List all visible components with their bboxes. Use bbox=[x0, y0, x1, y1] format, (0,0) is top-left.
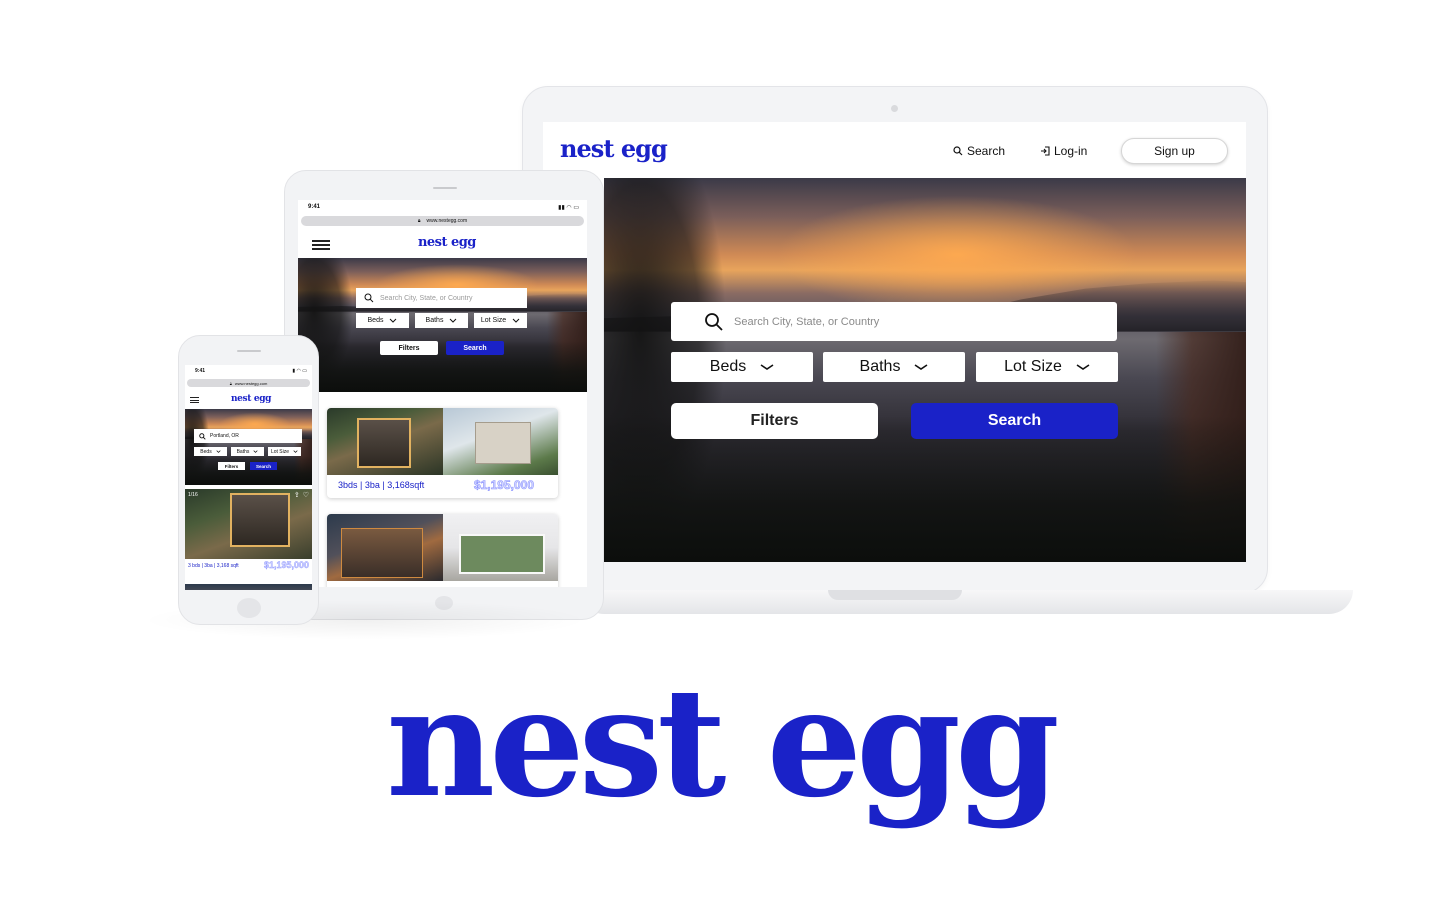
tablet-filters-button[interactable]: Filters bbox=[380, 341, 438, 355]
phone-home-button bbox=[237, 598, 261, 618]
listing-actions: ⇪ ♡ bbox=[294, 491, 309, 499]
search-icon bbox=[199, 432, 206, 440]
phone-search-value: Portland, OR bbox=[210, 433, 239, 439]
phone-baths-label: Baths bbox=[236, 448, 250, 455]
tablet-lot-size-dropdown[interactable]: Lot Size bbox=[474, 313, 527, 328]
search-icon bbox=[364, 293, 374, 303]
tablet-logo[interactable]: nest egg bbox=[418, 235, 476, 250]
laptop-notch bbox=[828, 590, 962, 600]
listing-photo bbox=[443, 408, 558, 475]
phone-lot-size-label: Lot Size bbox=[270, 448, 290, 455]
phone-filters-button[interactable]: Filters bbox=[218, 462, 245, 470]
tablet-status-icons: ▮▮ ◠ ▭ bbox=[558, 205, 579, 211]
tablet-url-bar[interactable]: 🔒︎ www.nestegg.com bbox=[301, 216, 584, 226]
tablet-baths-dropdown[interactable]: Baths bbox=[415, 313, 468, 328]
chevron-down-icon bbox=[512, 318, 520, 323]
camera-icon bbox=[891, 105, 898, 112]
chevron-down-icon bbox=[216, 450, 221, 453]
chevron-down-icon bbox=[450, 318, 457, 323]
chevron-down-icon bbox=[253, 450, 258, 453]
search-icon bbox=[705, 312, 723, 331]
chevron-down-icon bbox=[760, 364, 774, 370]
heart-icon[interactable]: ♡ bbox=[303, 491, 309, 499]
tablet-speaker bbox=[433, 187, 457, 189]
lock-icon: 🔒︎ bbox=[417, 218, 421, 224]
chevron-down-icon bbox=[293, 450, 298, 453]
lock-icon: 🔒︎ bbox=[229, 380, 232, 386]
footer-logo: nest egg bbox=[386, 655, 1060, 831]
search-icon bbox=[953, 146, 963, 156]
phone-speaker bbox=[237, 350, 261, 352]
listing-card[interactable] bbox=[185, 584, 312, 590]
phone-status-icons: ▮ ◠ ▭ bbox=[292, 368, 307, 374]
phone-listing-details: 3 bds | 3ba | 3,168 sqft bbox=[188, 563, 239, 569]
listing-card[interactable]: 1/16 ⇪ ♡ bbox=[185, 489, 312, 569]
login-icon bbox=[1041, 146, 1050, 156]
chevron-down-icon bbox=[915, 364, 928, 370]
phone-url-bar[interactable]: 🔒︎ www.nestegg.com bbox=[187, 379, 310, 387]
chevron-down-icon bbox=[1076, 364, 1090, 370]
baths-label: Baths bbox=[859, 358, 901, 375]
nav-search-label: Search bbox=[967, 144, 1006, 158]
tablet-url: www.nestegg.com bbox=[426, 218, 468, 224]
search-placeholder: Search City, State, or Country bbox=[734, 315, 880, 328]
listing-photo bbox=[327, 514, 443, 581]
tablet-beds-dropdown[interactable]: Beds bbox=[356, 313, 409, 328]
listing-details: 3bds | 3ba | 3,168sqft bbox=[338, 480, 425, 490]
listing-card[interactable]: 3bds | 3ba | 3,168sqft $1,195,000 bbox=[327, 408, 558, 498]
tablet-status-time: 9:41 bbox=[308, 204, 321, 210]
hamburger-menu-icon[interactable] bbox=[190, 397, 199, 403]
tablet-search-placeholder: Search City, State, or Country bbox=[380, 294, 473, 302]
tablet-lot-size-label: Lot Size bbox=[480, 317, 507, 324]
phone-screen: 9:41 ▮ ◠ ▭ 🔒︎ www.nestegg.com nest egg P… bbox=[185, 365, 312, 590]
phone-beds-label: Beds bbox=[200, 448, 212, 455]
phone-lot-size-dropdown[interactable]: Lot Size bbox=[268, 447, 301, 456]
beds-label: Beds bbox=[709, 358, 747, 375]
phone-status-time: 9:41 bbox=[195, 368, 206, 374]
top-nav: nest egg Search Log-in Sign up bbox=[543, 122, 1246, 178]
nav-login-link[interactable]: Log-in bbox=[1040, 144, 1087, 158]
nav-logo[interactable]: nest egg bbox=[560, 134, 668, 163]
laptop-screen: nest egg Search Log-in Sign up Search Ci… bbox=[543, 122, 1246, 562]
lot-size-label: Lot Size bbox=[1004, 358, 1062, 375]
phone-baths-dropdown[interactable]: Baths bbox=[231, 447, 264, 456]
beds-dropdown[interactable]: Beds bbox=[671, 352, 813, 382]
listing-photo bbox=[327, 408, 443, 475]
share-icon[interactable]: ⇪ bbox=[294, 491, 300, 499]
phone-search-input[interactable]: Portland, OR bbox=[194, 429, 302, 443]
tablet-screen: 9:41 ▮▮ ◠ ▭ 🔒︎ www.nestegg.com nest egg … bbox=[298, 200, 587, 587]
phone-search-button[interactable]: Search bbox=[250, 462, 277, 470]
search-button[interactable]: Search bbox=[911, 403, 1118, 439]
hamburger-menu-icon[interactable] bbox=[312, 240, 330, 250]
lot-size-dropdown[interactable]: Lot Size bbox=[976, 352, 1118, 382]
phone-listing-price: $1,195,000 bbox=[263, 560, 309, 570]
nav-search-link[interactable]: Search bbox=[953, 144, 1005, 158]
tablet-beds-label: Beds bbox=[367, 317, 384, 324]
tablet-search-button[interactable]: Search bbox=[446, 341, 504, 355]
baths-dropdown[interactable]: Baths bbox=[823, 352, 965, 382]
chevron-down-icon bbox=[390, 318, 397, 323]
listing-price: $1,195,000 bbox=[473, 478, 535, 493]
phone-beds-dropdown[interactable]: Beds bbox=[194, 447, 227, 456]
search-input[interactable]: Search City, State, or Country bbox=[671, 302, 1117, 341]
phone-logo[interactable]: nest egg bbox=[231, 394, 271, 404]
tablet-search-input[interactable]: Search City, State, or Country bbox=[356, 288, 527, 308]
tablet-baths-label: Baths bbox=[425, 317, 444, 324]
signup-button[interactable]: Sign up bbox=[1121, 138, 1228, 164]
listing-card[interactable] bbox=[327, 514, 558, 587]
filters-button[interactable]: Filters bbox=[671, 403, 878, 439]
laptop-base bbox=[580, 590, 1353, 614]
phone-url: www.nestegg.com bbox=[234, 380, 268, 386]
listing-photo bbox=[443, 514, 558, 581]
nav-login-label: Log-in bbox=[1054, 144, 1088, 158]
photo-counter: 1/16 bbox=[188, 492, 198, 498]
